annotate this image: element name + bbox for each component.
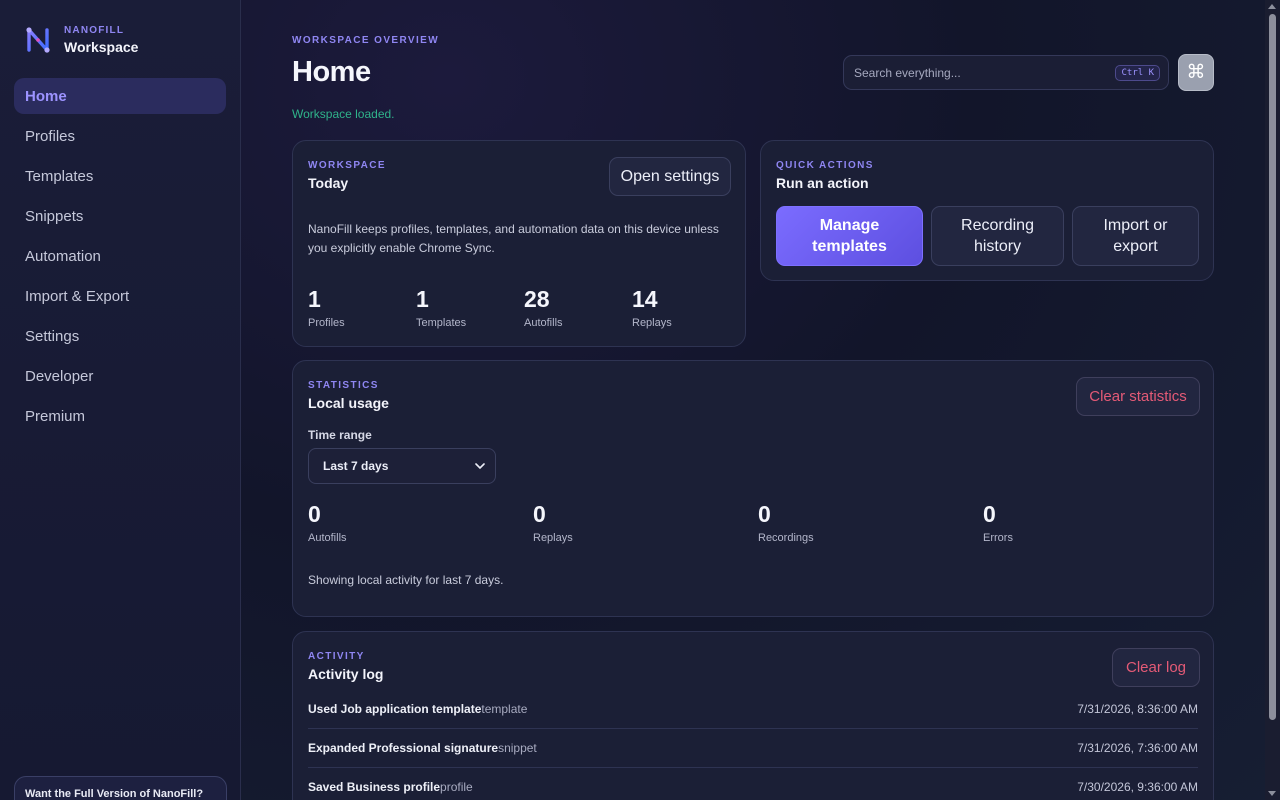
workspace-title: Today (308, 175, 349, 191)
stat-replays: 14 Replays (632, 286, 672, 329)
quick-actions-eyebrow: QUICK ACTIONS (776, 160, 874, 171)
workspace-card: WORKSPACE Today Open settings NanoFill k… (292, 140, 746, 347)
activity-eyebrow: ACTIVITY (308, 651, 365, 662)
stat-value: 0 (533, 501, 546, 527)
sidebar-item-templates[interactable]: Templates (14, 158, 226, 194)
stat-value: 28 (524, 286, 550, 312)
stat-templates: 1 Templates (416, 286, 466, 329)
statistics-card: STATISTICS Local usage Clear statistics … (292, 360, 1214, 617)
main-content: WORKSPACE OVERVIEW Home Workspace loaded… (241, 0, 1280, 800)
stat-label: Replays (632, 317, 672, 329)
clear-statistics-button[interactable]: Clear statistics (1076, 377, 1200, 416)
recording-history-button[interactable]: Recording history (931, 206, 1064, 266)
brand-name: Workspace (64, 39, 139, 55)
page-scrollbar[interactable] (1265, 0, 1280, 800)
activity-row: Expanded Professional signaturesnippet 7… (308, 729, 1198, 768)
stat-value: 14 (632, 286, 658, 312)
page-eyebrow: WORKSPACE OVERVIEW (292, 35, 440, 46)
shortcut-badge: Ctrl K (1115, 64, 1160, 81)
workspace-description: NanoFill keeps profiles, templates, and … (308, 222, 719, 255)
sidebar-nav: Home Profiles Templates Snippets Automat… (14, 78, 226, 434)
sidebar-item-premium[interactable]: Premium (14, 398, 226, 434)
statistics-title: Local usage (308, 395, 389, 411)
statistics-note: Showing local activity for last 7 days. (308, 573, 504, 587)
activity-title: Activity log (308, 666, 384, 682)
activity-row-title: Used Job application template (308, 702, 482, 716)
search-input[interactable] (854, 65, 1116, 80)
scroll-up-icon[interactable] (1268, 4, 1276, 9)
stat-label: Autofills (308, 532, 347, 544)
stat-label: Autofills (524, 317, 563, 329)
scroll-down-icon[interactable] (1268, 791, 1276, 796)
stat-label: Recordings (758, 532, 814, 544)
workspace-eyebrow: WORKSPACE (308, 160, 386, 171)
page-title: Home (292, 56, 371, 88)
import-export-button[interactable]: Import or export (1072, 206, 1199, 266)
stat-value: 0 (758, 501, 771, 527)
statistics-eyebrow: STATISTICS (308, 380, 379, 391)
activity-card: ACTIVITY Activity log Clear log Used Job… (292, 631, 1214, 800)
app-shell: NANOFILL Workspace Home Profiles Templat… (0, 0, 1280, 800)
stat-value: 0 (308, 501, 321, 527)
activity-row: Saved Business profileprofile 7/30/2026,… (308, 768, 1198, 800)
sidebar: NANOFILL Workspace Home Profiles Templat… (0, 0, 241, 800)
stat-value: 1 (416, 286, 429, 312)
time-range-select[interactable]: Last 7 days (308, 448, 496, 484)
activity-row-kind: profile (440, 780, 473, 794)
activity-row-title: Saved Business profile (308, 780, 441, 794)
time-range-label: Time range (308, 428, 372, 442)
stat-replays-local: 0 Replays (533, 501, 573, 544)
stat-autofills-local: 0 Autofills (308, 501, 347, 544)
activity-row-title: Expanded Professional signature (308, 741, 499, 755)
open-settings-button[interactable]: Open settings (609, 157, 731, 196)
stat-label: Replays (533, 532, 573, 544)
global-search[interactable]: Ctrl K (843, 55, 1169, 90)
brand-subtitle: NANOFILL (64, 25, 125, 36)
sidebar-item-automation[interactable]: Automation (14, 238, 226, 274)
sidebar-item-snippets[interactable]: Snippets (14, 198, 226, 234)
activity-row-time: 7/30/2026, 9:36:00 AM (1077, 780, 1198, 794)
chevron-down-icon (475, 462, 485, 469)
sidebar-item-home[interactable]: Home (14, 78, 226, 114)
sidebar-item-import-export[interactable]: Import & Export (14, 278, 226, 314)
stat-value: 1 (308, 286, 321, 312)
stat-profiles: 1 Profiles (308, 286, 345, 329)
activity-row-kind: snippet (498, 741, 537, 755)
quick-actions-card: QUICK ACTIONS Run an action Manage templ… (760, 140, 1214, 281)
sidebar-item-profiles[interactable]: Profiles (14, 118, 226, 154)
stat-autofills: 28 Autofills (524, 286, 563, 329)
activity-row: Used Job application templatetemplate 7/… (308, 690, 1198, 729)
quick-actions-title: Run an action (776, 175, 869, 191)
clear-log-button[interactable]: Clear log (1112, 648, 1200, 687)
activity-row-time: 7/31/2026, 8:36:00 AM (1077, 702, 1198, 716)
time-range-value: Last 7 days (323, 459, 389, 473)
activity-row-kind: template (481, 702, 528, 716)
stat-errors-local: 0 Errors (983, 501, 1013, 544)
scrollbar-thumb[interactable] (1269, 14, 1276, 720)
manage-templates-button[interactable]: Manage templates (776, 206, 923, 266)
nanofill-logo-icon (26, 27, 50, 53)
sidebar-item-developer[interactable]: Developer (14, 358, 226, 394)
premium-promo-card[interactable]: Want the Full Version of NanoFill? (14, 776, 227, 800)
stat-value: 0 (983, 501, 996, 527)
brand[interactable]: NANOFILL Workspace (14, 22, 226, 58)
command-palette-button[interactable]: ⌘ (1178, 54, 1214, 91)
status-message: Workspace loaded. (292, 107, 395, 121)
stat-label: Profiles (308, 317, 345, 329)
stat-label: Templates (416, 317, 467, 329)
activity-row-time: 7/31/2026, 7:36:00 AM (1077, 741, 1198, 755)
stat-label: Errors (983, 532, 1013, 544)
sidebar-item-settings[interactable]: Settings (14, 318, 226, 354)
command-icon: ⌘ (1186, 62, 1206, 83)
stat-recordings-local: 0 Recordings (758, 501, 814, 544)
